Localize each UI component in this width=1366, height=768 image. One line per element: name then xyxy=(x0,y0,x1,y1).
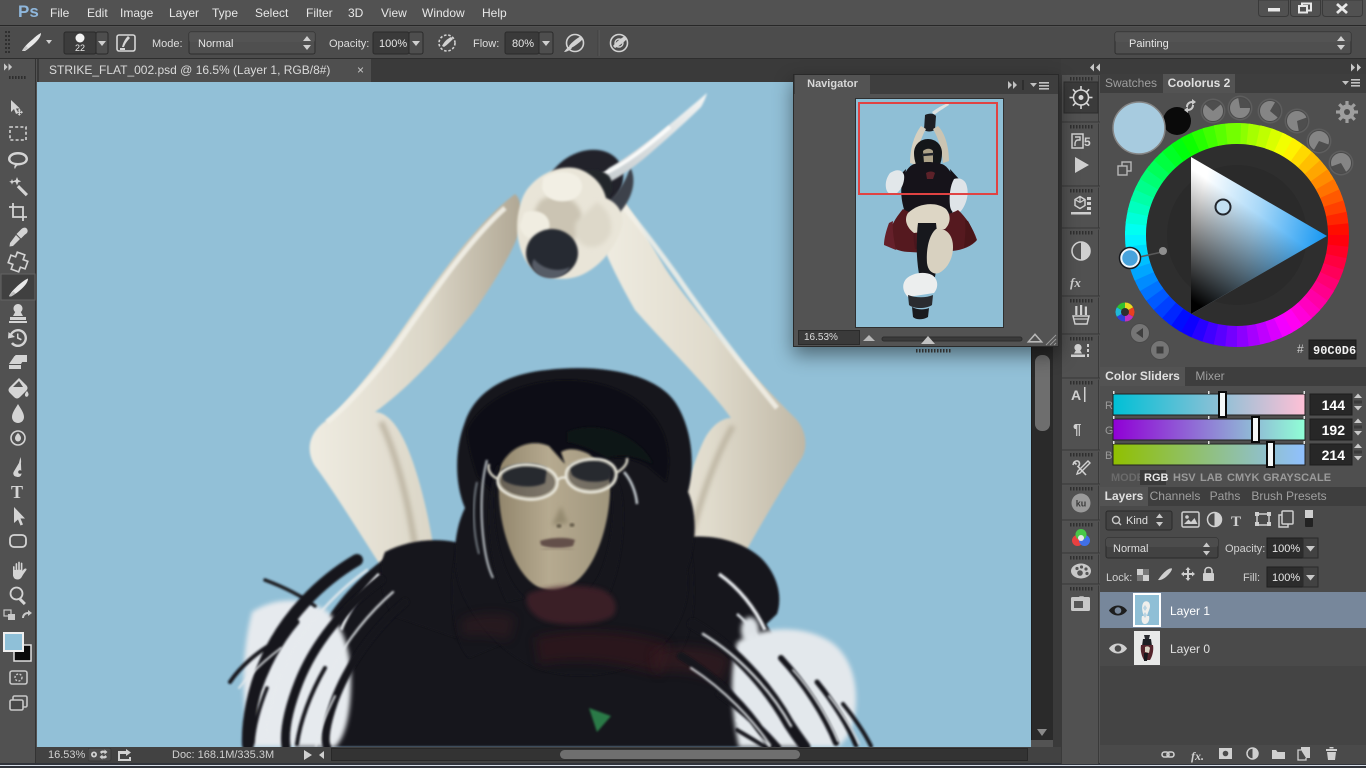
svg-text:Opacity:: Opacity: xyxy=(1225,543,1265,555)
svg-text:fx.: fx. xyxy=(1191,749,1204,763)
svg-text:MODE: MODE xyxy=(1111,472,1144,484)
svg-text:Normal: Normal xyxy=(1113,543,1148,555)
svg-text:Normal: Normal xyxy=(198,38,233,50)
svg-text:Opacity:: Opacity: xyxy=(329,38,369,50)
svg-text:B: B xyxy=(1105,450,1112,462)
svg-text:RGB: RGB xyxy=(1144,472,1169,484)
svg-text:Kind: Kind xyxy=(1126,515,1148,527)
svg-text:A: A xyxy=(1071,387,1081,403)
svg-text:22: 22 xyxy=(75,43,85,53)
svg-text:CMYK: CMYK xyxy=(1227,472,1259,484)
svg-text:LAB: LAB xyxy=(1200,472,1223,484)
svg-text:144: 144 xyxy=(1322,397,1346,413)
svg-text:Layer 0: Layer 0 xyxy=(1170,642,1210,656)
svg-text:80%: 80% xyxy=(512,38,534,50)
svg-text:Lock:: Lock: xyxy=(1106,572,1132,584)
svg-text:Mode:: Mode: xyxy=(152,38,183,50)
svg-text:100%: 100% xyxy=(379,38,407,50)
svg-text:T: T xyxy=(1231,514,1241,530)
svg-text:Layer 1: Layer 1 xyxy=(1170,604,1210,618)
svg-text:GRAYSCALE: GRAYSCALE xyxy=(1263,472,1331,484)
svg-text:#: # xyxy=(1297,342,1304,356)
svg-text:100%: 100% xyxy=(1272,543,1300,555)
svg-text:HSV: HSV xyxy=(1173,472,1196,484)
svg-text:ku: ku xyxy=(1076,499,1087,509)
svg-text:214: 214 xyxy=(1322,447,1346,463)
svg-text:5: 5 xyxy=(1084,135,1091,149)
svg-text:Painting: Painting xyxy=(1129,38,1169,50)
svg-text:¶: ¶ xyxy=(1073,421,1081,438)
svg-text:90C0D6: 90C0D6 xyxy=(1313,344,1356,358)
svg-text:G: G xyxy=(1105,425,1114,437)
svg-text:Fill:: Fill: xyxy=(1243,572,1260,584)
svg-text:T: T xyxy=(11,482,23,502)
svg-text:192: 192 xyxy=(1322,422,1346,438)
svg-text:Flow:: Flow: xyxy=(473,38,499,50)
svg-text:fx: fx xyxy=(1070,275,1081,290)
svg-text:100%: 100% xyxy=(1272,572,1300,584)
svg-text:R: R xyxy=(1105,400,1113,412)
